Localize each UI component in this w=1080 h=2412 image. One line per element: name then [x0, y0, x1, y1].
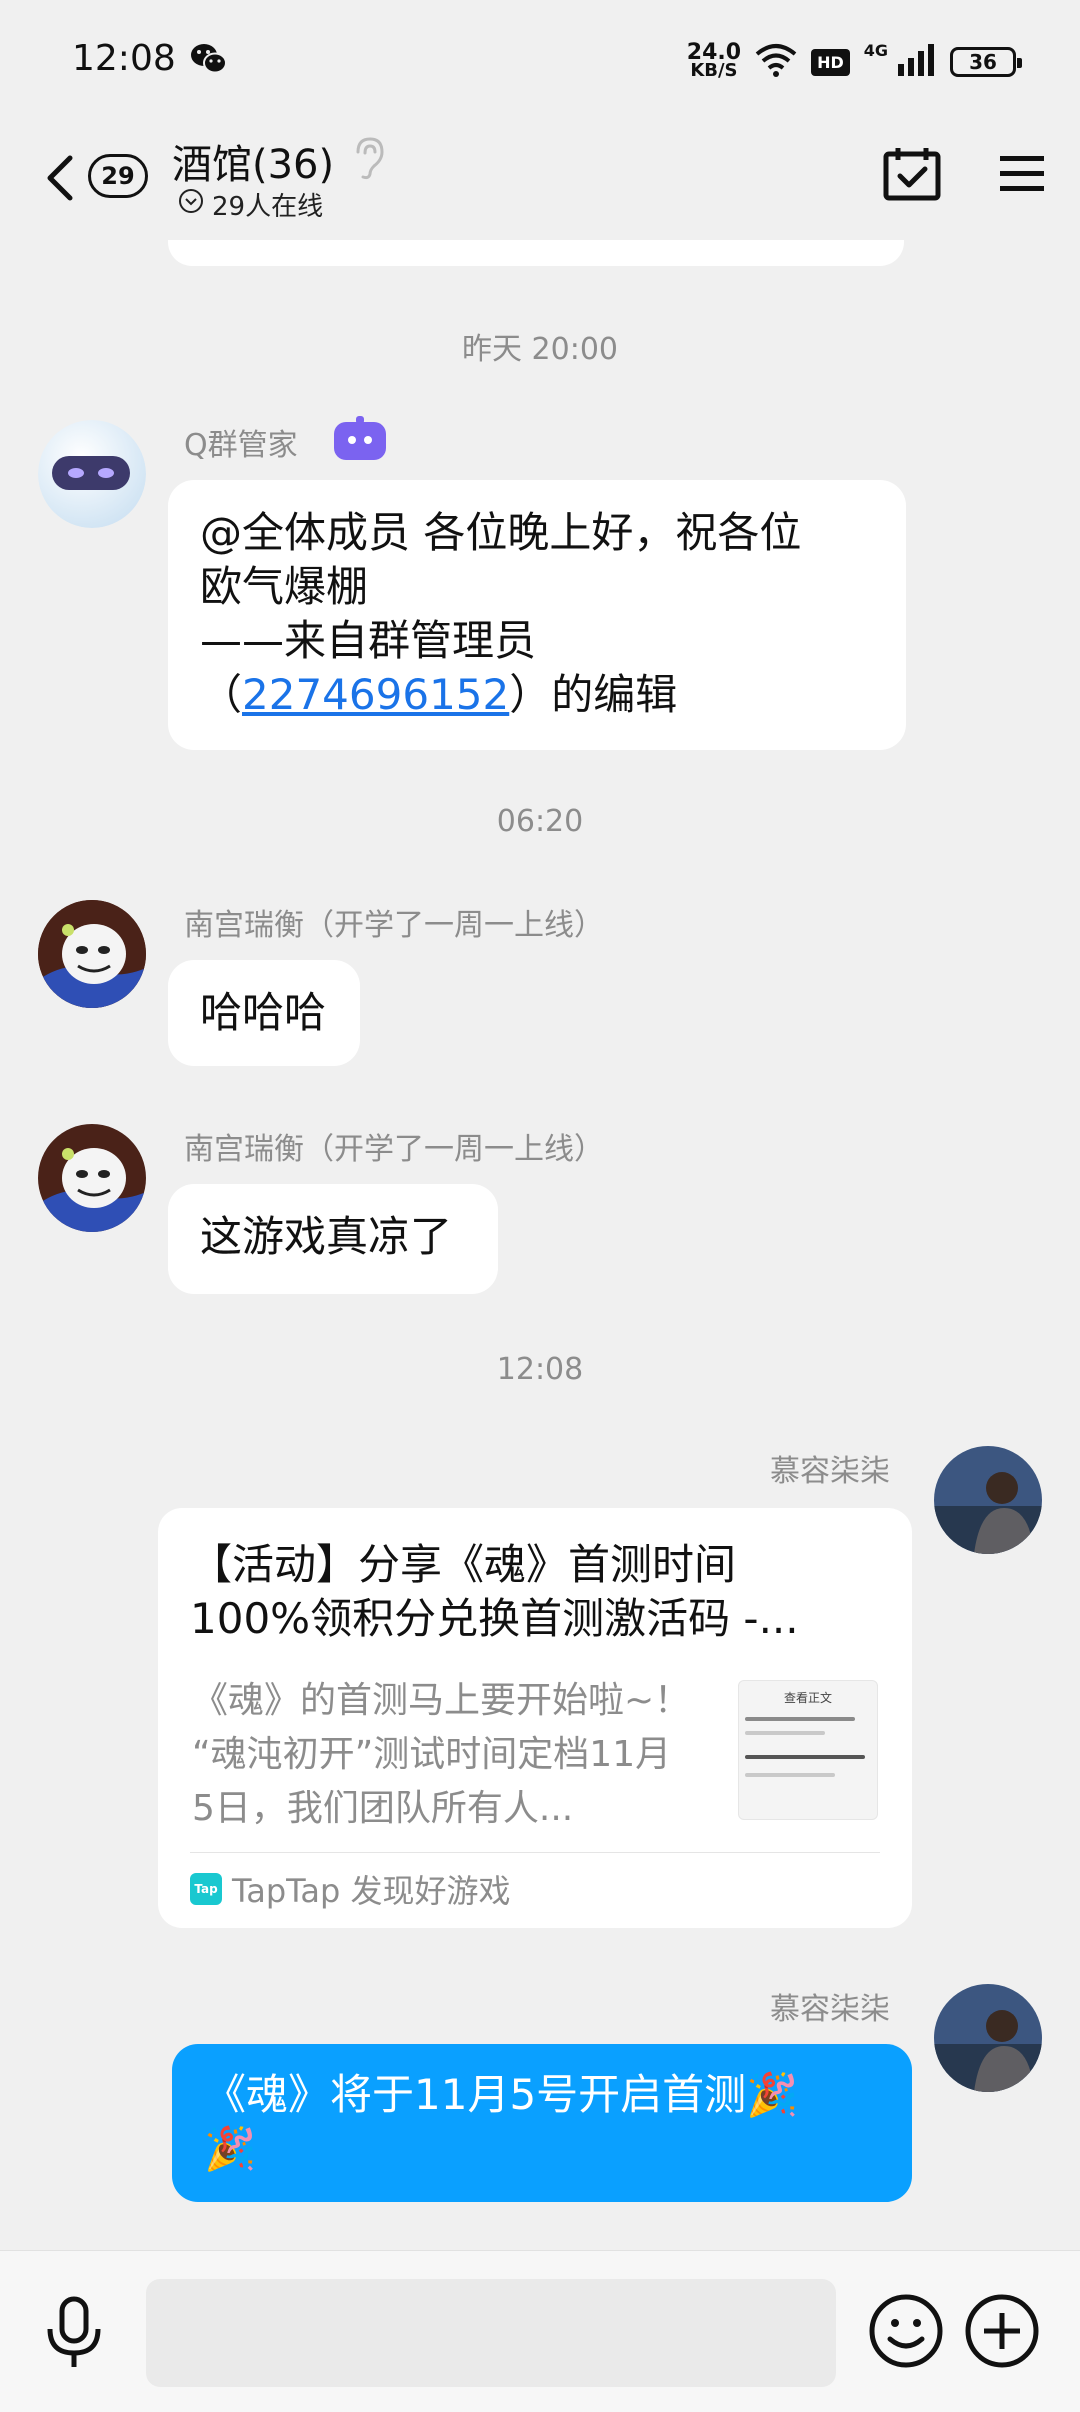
- status-bar: 12:08 24.0 KB/S HD 4G 36: [0, 0, 1080, 120]
- card-title-line: 100%领积分兑换首测激活码 -...: [190, 1594, 799, 1643]
- hd-badge: HD: [811, 48, 850, 76]
- thumbnail-line: [745, 1773, 835, 1777]
- taptap-logo-icon: Tap: [190, 1873, 222, 1905]
- previous-message-bubble[interactable]: [168, 240, 904, 266]
- card-source-label: TapTap 发现好游戏: [232, 1872, 511, 1910]
- message-text: 《魂》将于11月5号开启首测🎉: [204, 2070, 799, 2119]
- thumbnail-caption: 查看正文: [783, 1691, 832, 1705]
- message-input[interactable]: [146, 2279, 836, 2387]
- battery-level: 36: [969, 50, 997, 74]
- message-bubble[interactable]: @全体成员 各位晚上好，祝各位 欧气爆棚 ——来自群管理员 （227469615…: [168, 480, 906, 750]
- card-desc-line: 5日，我们团队所有人...: [192, 1788, 574, 1829]
- speed-unit: KB/S: [690, 60, 738, 81]
- card-description: 《魂》的首测马上要开始啦~！ “魂沌初开”测试时间定档11月 5日，我们团队所有…: [192, 1674, 712, 1836]
- timestamp: 12:08: [496, 1352, 584, 1387]
- message-bubble[interactable]: 这游戏真凉了: [168, 1184, 498, 1294]
- message-bubble[interactable]: 哈哈哈: [168, 960, 360, 1066]
- thumbnail-line: [745, 1731, 825, 1735]
- message-list[interactable]: 昨天 20:00 Q群管家 @全体成员 各位晚上好，祝各位 欧气爆棚 ——来自群…: [0, 240, 1080, 2250]
- sender-name: 慕容柒柒: [770, 1992, 890, 2027]
- back-button[interactable]: [40, 148, 80, 208]
- signal-icon: [896, 44, 936, 80]
- unread-count-badge[interactable]: 29: [88, 154, 148, 198]
- microphone-icon[interactable]: [44, 2295, 104, 2375]
- online-count: 29人在线: [212, 192, 324, 222]
- wifi-icon: [755, 43, 797, 81]
- group-title[interactable]: 酒馆(36): [172, 132, 334, 190]
- avatar-user[interactable]: [38, 1124, 146, 1232]
- network-type: 4G: [863, 40, 888, 60]
- chevron-down-circle-icon: [178, 188, 204, 221]
- online-status[interactable]: 29人在线: [178, 186, 323, 223]
- message-text: 🎉: [204, 2124, 257, 2173]
- menu-icon[interactable]: [998, 154, 1046, 198]
- message-text: ）的编辑: [509, 670, 678, 719]
- calendar-check-icon[interactable]: [882, 146, 942, 206]
- emoji-icon[interactable]: [868, 2293, 944, 2373]
- share-card[interactable]: 【活动】分享《魂》首测时间 100%领积分兑换首测激活码 -... 《魂》的首测…: [158, 1508, 912, 1928]
- card-title: 【活动】分享《魂》首测时间 100%领积分兑换首测激活码 -...: [190, 1538, 880, 1646]
- network-speed: 24.0 KB/S: [687, 42, 741, 81]
- card-source: Tap TapTap 发现好游戏: [190, 1866, 511, 1912]
- chat-header: 29 酒馆(36) 29人在线: [0, 120, 1080, 240]
- message-line: ——来自群管理员: [200, 616, 537, 665]
- sender-name: 南宫瑞衡（开学了一周一上线）: [184, 908, 604, 943]
- thumbnail-line: [745, 1755, 865, 1759]
- status-icons: 24.0 KB/S HD 4G 36: [687, 40, 1022, 84]
- card-divider: [190, 1852, 880, 1853]
- message-text: 这游戏真凉了: [200, 1212, 453, 1261]
- message-line: 欧气爆棚: [200, 562, 369, 611]
- sender-name: Q群管家: [184, 428, 298, 463]
- sender-name: 南宫瑞衡（开学了一周一上线）: [184, 1132, 604, 1167]
- avatar-self[interactable]: [934, 1984, 1042, 2092]
- plus-icon[interactable]: [964, 2293, 1040, 2373]
- self-message-bubble[interactable]: 《魂》将于11月5号开启首测🎉 🎉: [172, 2044, 912, 2202]
- avatar-user[interactable]: [38, 900, 146, 1008]
- qq-number-link[interactable]: 2274696152: [242, 670, 509, 719]
- wechat-notification-icon: [190, 42, 228, 80]
- sender-name: 慕容柒柒: [770, 1454, 890, 1489]
- card-thumbnail: 查看正文: [738, 1680, 878, 1820]
- avatar-self[interactable]: [934, 1446, 1042, 1554]
- card-desc-line: “魂沌初开”测试时间定档11月: [192, 1734, 672, 1775]
- robot-badge-icon: [330, 416, 390, 468]
- timestamp: 06:20: [496, 804, 584, 839]
- ear-icon[interactable]: [352, 136, 386, 184]
- message-line: （2274696152）的编辑: [200, 668, 874, 722]
- input-bar: [0, 2250, 1080, 2412]
- card-desc-line: 《魂》的首测马上要开始啦~！: [192, 1680, 691, 1721]
- message-text: （: [200, 670, 243, 719]
- message-line: @全体成员 各位晚上好，祝各位: [200, 508, 802, 557]
- card-title-line: 【活动】分享《魂》首测时间: [190, 1540, 737, 1589]
- battery-icon: 36: [950, 47, 1022, 77]
- status-time: 12:08: [72, 38, 176, 79]
- thumbnail-line: [745, 1717, 855, 1721]
- avatar-bot[interactable]: [38, 420, 146, 528]
- timestamp: 昨天 20:00: [462, 332, 618, 367]
- message-text: 哈哈哈: [200, 988, 327, 1037]
